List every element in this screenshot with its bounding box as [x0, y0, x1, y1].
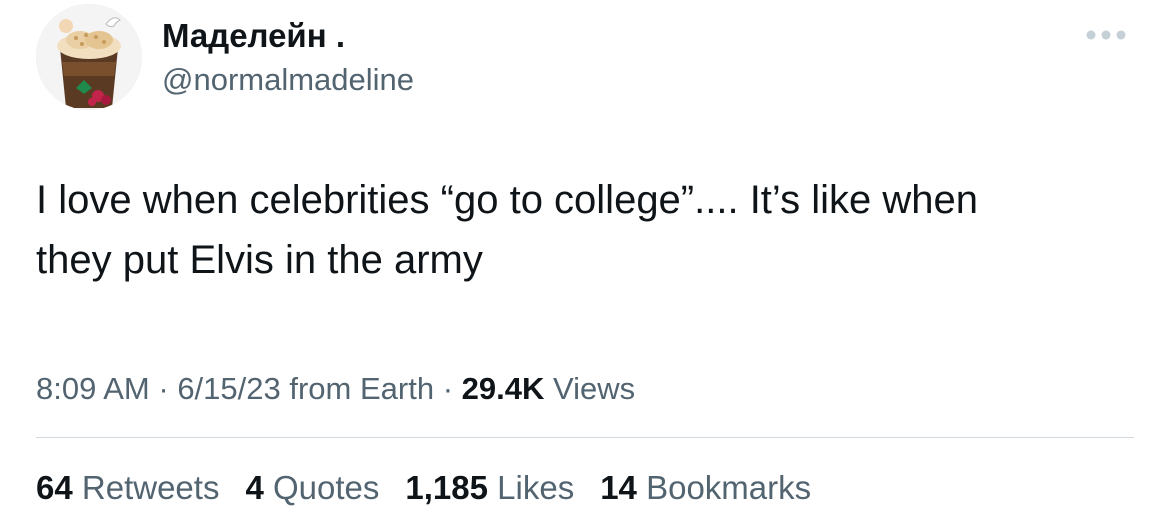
author-display-name[interactable]: Маделейн .: [162, 14, 345, 58]
stat-count: 64: [36, 469, 73, 506]
iced-coffee-cup-icon: [36, 4, 142, 110]
stat-retweets[interactable]: 64 Retweets: [36, 464, 219, 512]
stat-count: 4: [245, 469, 264, 506]
stat-likes[interactable]: 1,185 Likes: [405, 464, 574, 512]
views-label[interactable]: Views: [544, 371, 635, 406]
stat-label: Likes: [487, 469, 575, 506]
engagement-stats: 64 Retweets 4 Quotes 1,185 Likes 14 Book…: [36, 464, 837, 512]
stat-label: Quotes: [263, 469, 380, 506]
stat-label: Bookmarks: [636, 469, 812, 506]
tweet-text: I love when celebrities “go to college”.…: [36, 170, 1136, 290]
views-count[interactable]: 29.4K: [462, 371, 545, 406]
stat-quotes[interactable]: 4 Quotes: [245, 464, 379, 512]
tweet-time[interactable]: 8:09 AM: [36, 371, 150, 406]
tweet-source: from Earth: [280, 371, 435, 406]
tweet-card: Маделейн . @normalmadeline I love when c…: [0, 0, 1170, 522]
avatar[interactable]: [36, 4, 142, 110]
meta-separator: ·: [434, 371, 462, 406]
author-handle[interactable]: @normalmadeline: [162, 58, 414, 102]
tweet-text-line: I love when celebrities “go to college”.…: [36, 178, 978, 222]
stat-label: Retweets: [72, 469, 220, 506]
divider: [36, 437, 1134, 438]
more-options-button[interactable]: [1082, 20, 1130, 50]
tweet-meta: 8:09 AM · 6/15/23 from Earth · 29.4K Vie…: [36, 366, 635, 412]
stat-count: 1,185: [405, 469, 488, 506]
tweet-text-line: they put Elvis in the army: [36, 238, 483, 282]
stat-count: 14: [600, 469, 637, 506]
stat-bookmarks[interactable]: 14 Bookmarks: [600, 464, 811, 512]
tweet-date[interactable]: 6/15/23: [177, 371, 280, 406]
meta-separator: ·: [149, 371, 178, 406]
more-dots-icon: [1086, 30, 1126, 40]
